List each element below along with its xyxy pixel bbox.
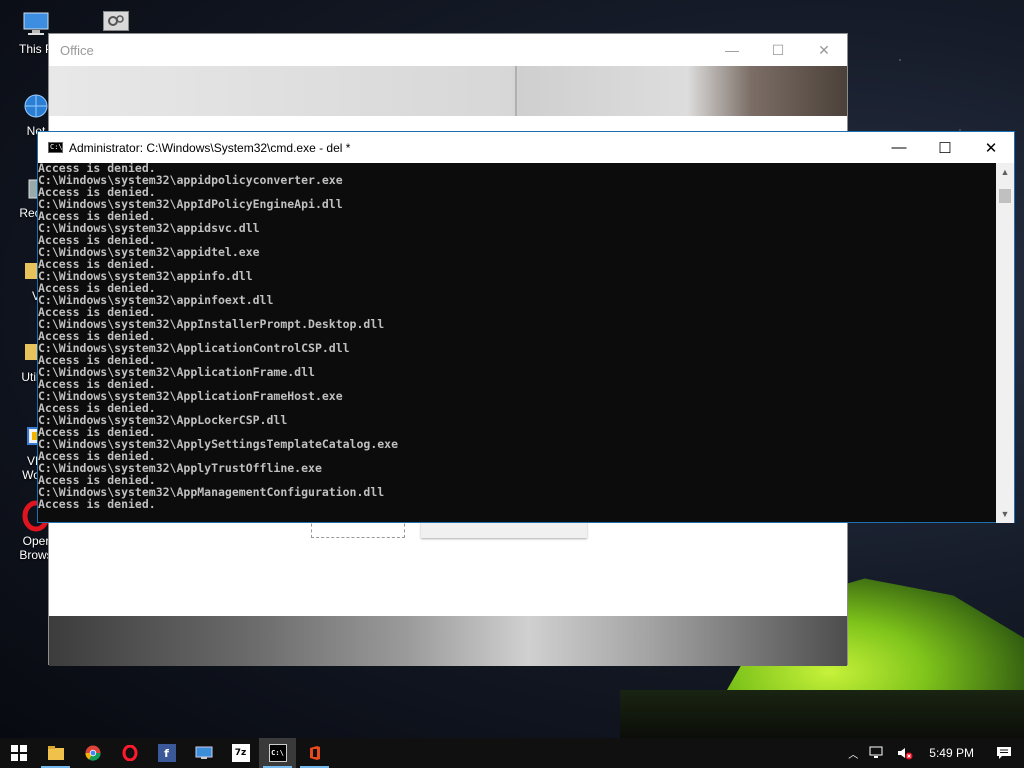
cmd-maximize-button[interactable]: ☐ (922, 132, 968, 163)
taskbar-7zip[interactable]: 7z (222, 738, 259, 768)
console-output[interactable]: Access is denied. C:\Windows\system32\app… (38, 162, 996, 522)
cmd-app-icon: C:\ (48, 142, 63, 153)
taskbar-cmd[interactable]: C:\ (259, 738, 296, 768)
taskbar-chrome[interactable] (74, 738, 111, 768)
scroll-down-arrow-icon[interactable]: ▼ (996, 505, 1014, 523)
office-footer-image (49, 616, 847, 666)
cmd-minimize-button[interactable]: — (876, 132, 922, 163)
scrollbar-thumb[interactable] (999, 189, 1011, 203)
console-scrollbar[interactable]: ▲ ▼ (996, 163, 1014, 523)
opera-icon (121, 744, 139, 762)
system-tray: ︿ 5:49 PM (843, 738, 1024, 768)
show-hidden-icons-button[interactable]: ︿ (843, 738, 863, 768)
taskbar-file-explorer[interactable] (37, 738, 74, 768)
network-tray-button[interactable] (863, 738, 891, 768)
notification-icon (997, 747, 1011, 759)
start-button[interactable] (0, 738, 37, 768)
cmd-window[interactable]: C:\ Administrator: C:\Windows\System32\c… (37, 131, 1015, 523)
console-line: C:\Windows\system32\ApplyTrustOffline.ex… (38, 461, 322, 475)
cmd-titlebar[interactable]: C:\ Administrator: C:\Windows\System32\c… (38, 132, 1014, 163)
action-center-button[interactable] (984, 738, 1024, 768)
console-line: C:\Windows\system32\AppManagementConfigu… (38, 485, 385, 499)
office-titlebar[interactable]: Office — ☐ ✕ (49, 34, 847, 66)
network-icon (869, 746, 883, 758)
7zip-icon: 7z (231, 744, 250, 762)
volume-tray-button[interactable] (891, 738, 919, 768)
cmd-icon: C:\ (268, 744, 287, 762)
console-line: C:\Windows\system32\AppIdPolicyEngineApi… (38, 197, 343, 211)
windows-start-icon (10, 744, 28, 762)
wallpaper-ground (620, 690, 1024, 740)
taskbar: f 7z C:\ ︿ 5:49 PM (0, 738, 1024, 768)
taskbar-facebook[interactable]: f (148, 738, 185, 768)
office-close-button[interactable]: ✕ (801, 34, 847, 66)
chrome-icon (84, 744, 102, 762)
console-line: C:\Windows\system32\AppLockerCSP.dll (38, 413, 288, 427)
taskbar-office[interactable] (296, 738, 333, 768)
remote-desktop-icon (195, 744, 213, 762)
console-line: C:\Windows\system32\appidpolicyconverter… (38, 173, 343, 187)
scroll-up-arrow-icon[interactable]: ▲ (996, 163, 1014, 181)
console-line: C:\Windows\system32\appinfoext.dll (38, 293, 274, 307)
cmd-window-title: Administrator: C:\Windows\System32\cmd.e… (69, 140, 351, 155)
chevron-up-icon: ︿ (848, 749, 859, 761)
facebook-icon: f (157, 744, 176, 762)
console-line: C:\Windows\system32\ApplicationFrame.dll (38, 365, 315, 379)
settings-shortcut-icon[interactable] (103, 11, 129, 31)
taskbar-opera[interactable] (111, 738, 148, 768)
taskbar-remote-desktop[interactable] (185, 738, 222, 768)
console-line: C:\Windows\system32\ApplySettingsTemplat… (38, 437, 399, 451)
console-line: C:\Windows\system32\appidsvc.dll (38, 221, 260, 235)
console-line: C:\Windows\system32\appidtel.exe (38, 245, 260, 259)
console-line: C:\Windows\system32\ApplicationControlCS… (38, 341, 350, 355)
volume-muted-icon (898, 748, 913, 760)
console-line: C:\Windows\system32\appinfo.dll (38, 269, 253, 283)
clock[interactable]: 5:49 PM (919, 738, 984, 768)
office-banner-image (49, 66, 847, 116)
console-line: Access is denied. (38, 497, 156, 511)
office-icon (306, 744, 324, 762)
cmd-close-button[interactable]: ✕ (968, 132, 1014, 163)
file-explorer-icon (47, 744, 65, 762)
office-minimize-button[interactable]: — (709, 34, 755, 66)
console-line: C:\Windows\system32\AppInstallerPrompt.D… (38, 317, 385, 331)
console-line: C:\Windows\system32\ApplicationFrameHost… (38, 389, 343, 403)
office-window-title: Office (60, 42, 94, 58)
office-maximize-button[interactable]: ☐ (755, 34, 801, 66)
